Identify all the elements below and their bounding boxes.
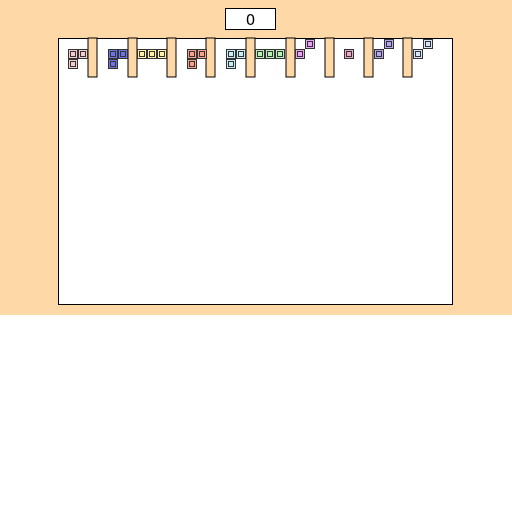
- slot-7-tile-2[interactable]: [295, 49, 305, 59]
- slot-5-tile-1[interactable]: [226, 49, 236, 59]
- slot-8-piece[interactable]: [344, 49, 354, 59]
- game-canvas: 0: [0, 0, 512, 315]
- slot-divider-1: [87, 37, 98, 78]
- slot-5-tile-2[interactable]: [236, 49, 246, 59]
- slot-divider-8: [363, 37, 374, 78]
- score-value: 0: [246, 11, 256, 29]
- slot-2-tile-3[interactable]: [108, 59, 118, 69]
- slot-5-tile-3[interactable]: [226, 59, 236, 69]
- slot-6-tile-2[interactable]: [265, 49, 275, 59]
- slot-divider-6: [285, 37, 296, 78]
- slot-9-tile-1[interactable]: [384, 39, 394, 49]
- slot-4-tile-3[interactable]: [187, 59, 197, 69]
- slot-3-piece[interactable]: [137, 49, 167, 59]
- slot-divider-5: [245, 37, 256, 78]
- slot-3-tile-1[interactable]: [137, 49, 147, 59]
- slot-4-tile-2[interactable]: [197, 49, 207, 59]
- slot-10-tile-1[interactable]: [423, 39, 433, 49]
- slot-1-tile-2[interactable]: [78, 49, 88, 59]
- slot-6-tile-1[interactable]: [255, 49, 265, 59]
- game-stage: 0: [0, 0, 512, 512]
- slot-divider-7: [324, 37, 335, 78]
- slot-divider-2: [127, 37, 138, 78]
- slot-4-tile-1[interactable]: [187, 49, 197, 59]
- slot-9-tile-2[interactable]: [374, 49, 384, 59]
- slot-1-tile-3[interactable]: [68, 59, 78, 69]
- slot-divider-3: [166, 37, 177, 78]
- slot-10-tile-2[interactable]: [413, 49, 423, 59]
- slot-8-tile-1[interactable]: [344, 49, 354, 59]
- slot-2-tile-1[interactable]: [108, 49, 118, 59]
- slot-divider-9: [402, 37, 413, 78]
- slot-6-tile-3[interactable]: [275, 49, 285, 59]
- slot-2-tile-2[interactable]: [118, 49, 128, 59]
- slot-7-tile-1[interactable]: [305, 39, 315, 49]
- slot-divider-4: [205, 37, 216, 78]
- score-display: 0: [225, 8, 276, 30]
- slot-3-tile-3[interactable]: [157, 49, 167, 59]
- slot-3-tile-2[interactable]: [147, 49, 157, 59]
- slot-1-tile-1[interactable]: [68, 49, 78, 59]
- slot-6-piece[interactable]: [255, 49, 285, 59]
- game-board[interactable]: [58, 38, 453, 305]
